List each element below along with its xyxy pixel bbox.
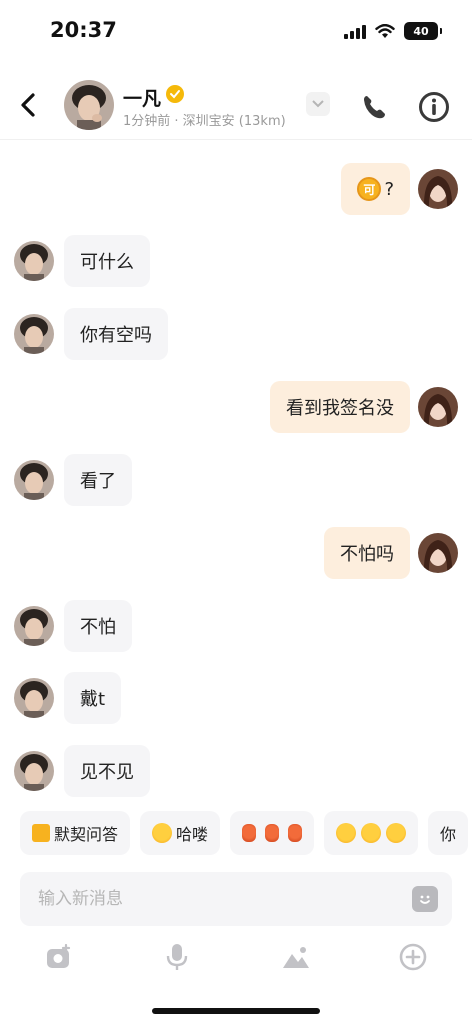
chip-label: 你 <box>440 825 457 844</box>
message-list[interactable]: 可 ? 可什么 你有空吗 看到我签名没 看了 不怕吗 不怕 戴t 见不见 <box>0 140 472 800</box>
quick-reply-chip[interactable]: 默契问答 <box>20 811 131 855</box>
hands-emoji-icon <box>386 823 407 843</box>
hands-emoji-icon <box>336 823 357 843</box>
quick-reply-chip[interactable]: 哈喽 <box>140 811 221 855</box>
bottom-toolbar <box>0 938 472 978</box>
voice-button[interactable] <box>160 940 194 974</box>
call-button[interactable] <box>359 92 389 122</box>
verified-badge-icon <box>166 85 184 103</box>
message-text: 看了 <box>80 471 116 492</box>
camera-button[interactable] <box>42 940 76 974</box>
gallery-button[interactable] <box>279 940 313 974</box>
signal-icon <box>344 24 366 39</box>
smiley-icon <box>420 895 430 904</box>
quick-reply-chip[interactable] <box>324 811 419 855</box>
info-button[interactable] <box>417 90 451 124</box>
message-text: 见不见 <box>80 762 134 783</box>
contact-meta: 1分钟前 · 深圳宝安 (13km) <box>123 114 286 129</box>
message-bubble[interactable]: 你有空吗 <box>64 308 168 360</box>
message-text: 你有空吗 <box>80 325 152 346</box>
message-bubble[interactable]: 不怕 <box>64 600 132 652</box>
home-indicator[interactable] <box>152 1008 320 1014</box>
emoji-button[interactable] <box>412 886 438 912</box>
message-bubble[interactable]: 看到我签名没 <box>270 381 410 433</box>
red-envelope-emoji-icon <box>242 824 257 842</box>
quick-reply-chip[interactable]: 你 <box>428 811 469 855</box>
contact-avatar-small[interactable] <box>14 751 54 791</box>
contact-name: 一凡 <box>123 88 162 110</box>
message-bubble[interactable]: 戴t <box>64 672 122 724</box>
chip-label: 默契问答 <box>54 825 119 844</box>
contact-avatar-small[interactable] <box>14 606 54 646</box>
chat-header: 一凡 1分钟前 · 深圳宝安 (13km) <box>0 70 472 140</box>
contact-avatar[interactable] <box>64 80 114 130</box>
red-envelope-emoji-icon <box>265 824 280 842</box>
contact-avatar-small[interactable] <box>14 241 54 281</box>
message-input-box <box>20 872 452 926</box>
info-icon <box>419 92 449 122</box>
message-bubble[interactable]: 可 ? <box>341 163 410 215</box>
red-envelope-emoji-icon <box>288 824 303 842</box>
note-icon <box>32 824 50 842</box>
back-button[interactable] <box>14 88 42 122</box>
my-avatar[interactable] <box>418 387 458 427</box>
status-bar: 20:37 40 <box>0 0 472 62</box>
chip-label: 哈喽 <box>176 825 209 844</box>
message-bubble[interactable]: 不怕吗 <box>324 527 410 579</box>
my-avatar[interactable] <box>418 169 458 209</box>
contact-avatar-small[interactable] <box>14 460 54 500</box>
message-input[interactable] <box>38 872 398 926</box>
contact-avatar-small[interactable] <box>14 314 54 354</box>
chevron-down-icon <box>312 100 324 108</box>
phone-icon <box>364 96 385 119</box>
my-avatar[interactable] <box>418 533 458 573</box>
message-text: ? <box>384 178 394 200</box>
quick-reply-bar: 默契问答 哈喽 你 <box>20 811 469 855</box>
plus-circle-icon <box>399 943 427 971</box>
message-text: 戴t <box>80 689 106 710</box>
battery-icon: 40 <box>404 22 442 40</box>
message-text: 不怕吗 <box>340 544 394 565</box>
hands-emoji-icon <box>361 823 382 843</box>
coin-emoji-icon: 可 <box>357 177 382 201</box>
back-arrow-icon <box>21 93 35 117</box>
monkey-emoji-icon <box>152 823 173 843</box>
message-bubble[interactable]: 可什么 <box>64 235 150 287</box>
image-icon <box>283 947 309 968</box>
status-time: 20:37 <box>50 18 117 42</box>
status-icons: 40 <box>344 22 442 40</box>
message-bubble[interactable]: 看了 <box>64 454 132 506</box>
contact-avatar-small[interactable] <box>14 678 54 718</box>
message-text: 可什么 <box>80 252 134 273</box>
camera-icon <box>47 944 71 968</box>
expand-profile-button[interactable] <box>306 92 330 116</box>
wifi-icon <box>375 23 395 38</box>
more-button[interactable] <box>396 940 430 974</box>
message-text: 不怕 <box>80 617 116 638</box>
quick-reply-chip[interactable] <box>230 811 315 855</box>
microphone-icon <box>166 944 188 970</box>
message-bubble[interactable]: 见不见 <box>64 745 150 797</box>
message-text: 看到我签名没 <box>286 398 394 419</box>
